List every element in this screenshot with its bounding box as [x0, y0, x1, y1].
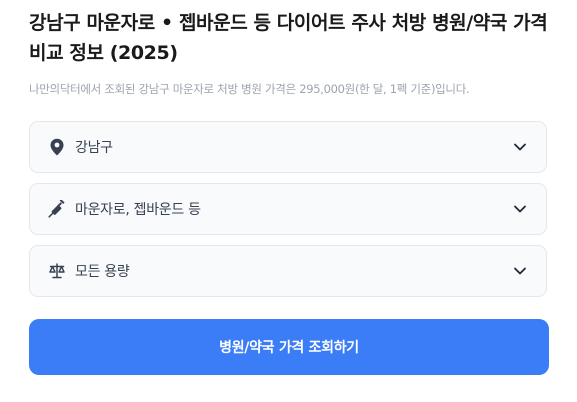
page-title: 강남구 마운자로 • 젭바운드 등 다이어트 주사 처방 병원/약국 가격 비교…	[29, 12, 548, 64]
region-select-value: 강남구	[75, 140, 113, 156]
search-price-button[interactable]: 병원/약국 가격 조회하기	[29, 319, 549, 375]
drug-select[interactable]: 마운자로, 젭바운드 등	[29, 183, 547, 235]
chevron-down-icon	[512, 263, 528, 279]
dose-select-value: 모든 용량	[75, 264, 130, 280]
syringe-icon	[48, 200, 66, 218]
chevron-down-icon	[512, 139, 528, 155]
dose-select[interactable]: 모든 용량	[29, 245, 547, 297]
chevron-down-icon	[512, 201, 528, 217]
region-select[interactable]: 강남구	[29, 121, 547, 173]
location-pin-icon	[48, 138, 66, 156]
drug-select-value: 마운자로, 젭바운드 등	[75, 202, 201, 218]
page-subtitle: 나만의닥터에서 조회된 강남구 마운자로 처방 병원 가격은 295,000원(…	[29, 82, 470, 96]
scale-icon	[48, 262, 66, 280]
